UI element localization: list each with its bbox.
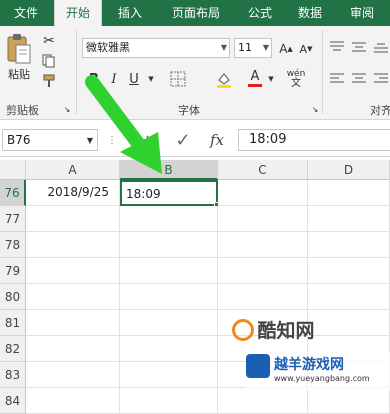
font-size-select[interactable]: 11 ▼ — [234, 38, 272, 58]
column-header-c[interactable]: C — [218, 160, 308, 180]
cell[interactable] — [308, 284, 390, 310]
cell[interactable] — [26, 388, 120, 414]
paste-button[interactable]: 粘贴 — [4, 66, 34, 82]
cell[interactable] — [120, 284, 218, 310]
align-middle-icon[interactable] — [350, 38, 368, 56]
cut-icon[interactable]: ✂ — [40, 32, 58, 50]
watermark-logo-icon — [232, 318, 254, 341]
row-header[interactable]: 84 — [0, 388, 26, 414]
watermark-site-name: 越羊游戏网 — [274, 357, 344, 373]
cell[interactable] — [218, 206, 308, 232]
paste-icon[interactable] — [4, 32, 34, 66]
tab-page-layout[interactable]: 页面布局 — [160, 0, 232, 26]
cell[interactable] — [26, 336, 120, 362]
font-size-value: 11 — [238, 41, 252, 54]
column-header-d[interactable]: D — [308, 160, 390, 180]
shrink-font-button[interactable]: A ▼ — [298, 40, 314, 58]
cell[interactable] — [120, 206, 218, 232]
tab-home[interactable]: 开始 — [54, 0, 102, 27]
grow-font-button[interactable]: A ▲ — [278, 40, 294, 58]
row-header[interactable]: 77 — [0, 206, 26, 232]
chevron-down-icon[interactable]: ▼ — [266, 70, 276, 88]
watermark-site-logo-icon — [246, 354, 270, 378]
cell[interactable] — [218, 284, 308, 310]
formula-value: 18:09 — [249, 132, 287, 147]
ribbon: 粘贴 ✂ 剪贴板 ↘ 微软雅黑 ▼ 11 ▼ A▲ A▼ B I U ▼ A ▼… — [0, 26, 390, 120]
watermark-title: 酷知网 — [232, 316, 382, 342]
borders-icon[interactable] — [168, 70, 188, 88]
chevron-down-icon: ▼ — [262, 43, 269, 52]
select-all-corner[interactable] — [0, 160, 26, 180]
chevron-down-icon: ▼ — [220, 43, 227, 52]
name-box-value: B76 — [7, 133, 31, 147]
watermark-site: 越羊游戏网 www.yueyangbang.com — [246, 352, 390, 390]
font-color-swatch — [248, 83, 262, 87]
cell[interactable] — [308, 180, 390, 206]
cell[interactable] — [120, 258, 218, 284]
tab-insert[interactable]: 插入 — [108, 0, 152, 26]
cell[interactable] — [120, 362, 218, 388]
cell[interactable] — [120, 388, 218, 414]
cell[interactable] — [308, 232, 390, 258]
cell[interactable] — [308, 388, 390, 414]
cell[interactable] — [120, 232, 218, 258]
confirm-entry-button[interactable]: ✓ — [172, 129, 194, 151]
font-name-select[interactable]: 微软雅黑 ▼ — [82, 38, 230, 58]
watermark-title-text: 酷知网 — [257, 320, 315, 342]
phonetic-char-icon: 文 — [291, 78, 301, 89]
cell[interactable] — [26, 258, 120, 284]
row-header[interactable]: 78 — [0, 232, 26, 258]
clipboard-launcher-icon[interactable]: ↘ — [62, 104, 72, 114]
cell[interactable] — [26, 284, 120, 310]
cell[interactable] — [218, 258, 308, 284]
alignment-group-label: 对齐 — [370, 104, 390, 117]
cell[interactable] — [218, 180, 308, 206]
cell[interactable] — [26, 232, 120, 258]
row-header[interactable]: 80 — [0, 284, 26, 310]
arrow-annotation-icon — [85, 75, 162, 174]
grow-font-icon: A — [279, 42, 288, 56]
phonetic-guide-button[interactable]: wén 文 — [286, 68, 306, 90]
ribbon-tab-bar: 文件 开始 插入 页面布局 公式 数据 审阅 — [0, 0, 390, 27]
shrink-font-icon: A — [299, 42, 308, 56]
tab-review[interactable]: 审阅 — [340, 0, 384, 26]
cell[interactable] — [308, 258, 390, 284]
group-divider — [76, 30, 77, 114]
align-right-icon[interactable] — [372, 70, 390, 88]
align-center-icon[interactable] — [350, 70, 368, 88]
insert-function-button[interactable]: fx — [204, 129, 230, 151]
formula-bar: B76 ▼ ⋮ ✕ ✓ fx 18:09 — [0, 121, 390, 157]
cell[interactable] — [218, 232, 308, 258]
font-launcher-icon[interactable]: ↘ — [310, 104, 320, 114]
tab-file[interactable]: 文件 — [0, 0, 52, 26]
format-painter-icon[interactable] — [40, 72, 58, 90]
copy-icon[interactable] — [40, 52, 58, 70]
cell[interactable] — [26, 206, 120, 232]
font-group-label: 字体 — [178, 104, 200, 117]
group-divider — [322, 30, 323, 114]
font-name-value: 微软雅黑 — [86, 41, 130, 54]
cell[interactable] — [26, 362, 120, 388]
row-header[interactable]: 79 — [0, 258, 26, 284]
fill-color-icon[interactable] — [214, 70, 234, 88]
cell[interactable] — [120, 336, 218, 362]
cell[interactable] — [218, 388, 308, 414]
row-header[interactable]: 82 — [0, 336, 26, 362]
align-bottom-icon[interactable] — [372, 38, 390, 56]
watermark-url: www.yueyangbang.com — [274, 374, 370, 383]
row-header[interactable]: 83 — [0, 362, 26, 388]
row-header[interactable]: 76 — [0, 180, 26, 206]
tab-formulas[interactable]: 公式 — [238, 0, 282, 26]
cell[interactable] — [26, 310, 120, 336]
cell[interactable] — [120, 310, 218, 336]
align-top-icon[interactable] — [328, 38, 346, 56]
cell[interactable] — [308, 206, 390, 232]
row-header[interactable]: 81 — [0, 310, 26, 336]
tab-data[interactable]: 数据 — [288, 0, 332, 26]
clipboard-group-label: 剪贴板 — [6, 104, 39, 117]
align-left-icon[interactable] — [328, 70, 346, 88]
formula-input[interactable]: 18:09 — [238, 129, 390, 151]
font-color-icon: A — [250, 68, 260, 84]
font-color-button[interactable]: A — [246, 68, 264, 88]
